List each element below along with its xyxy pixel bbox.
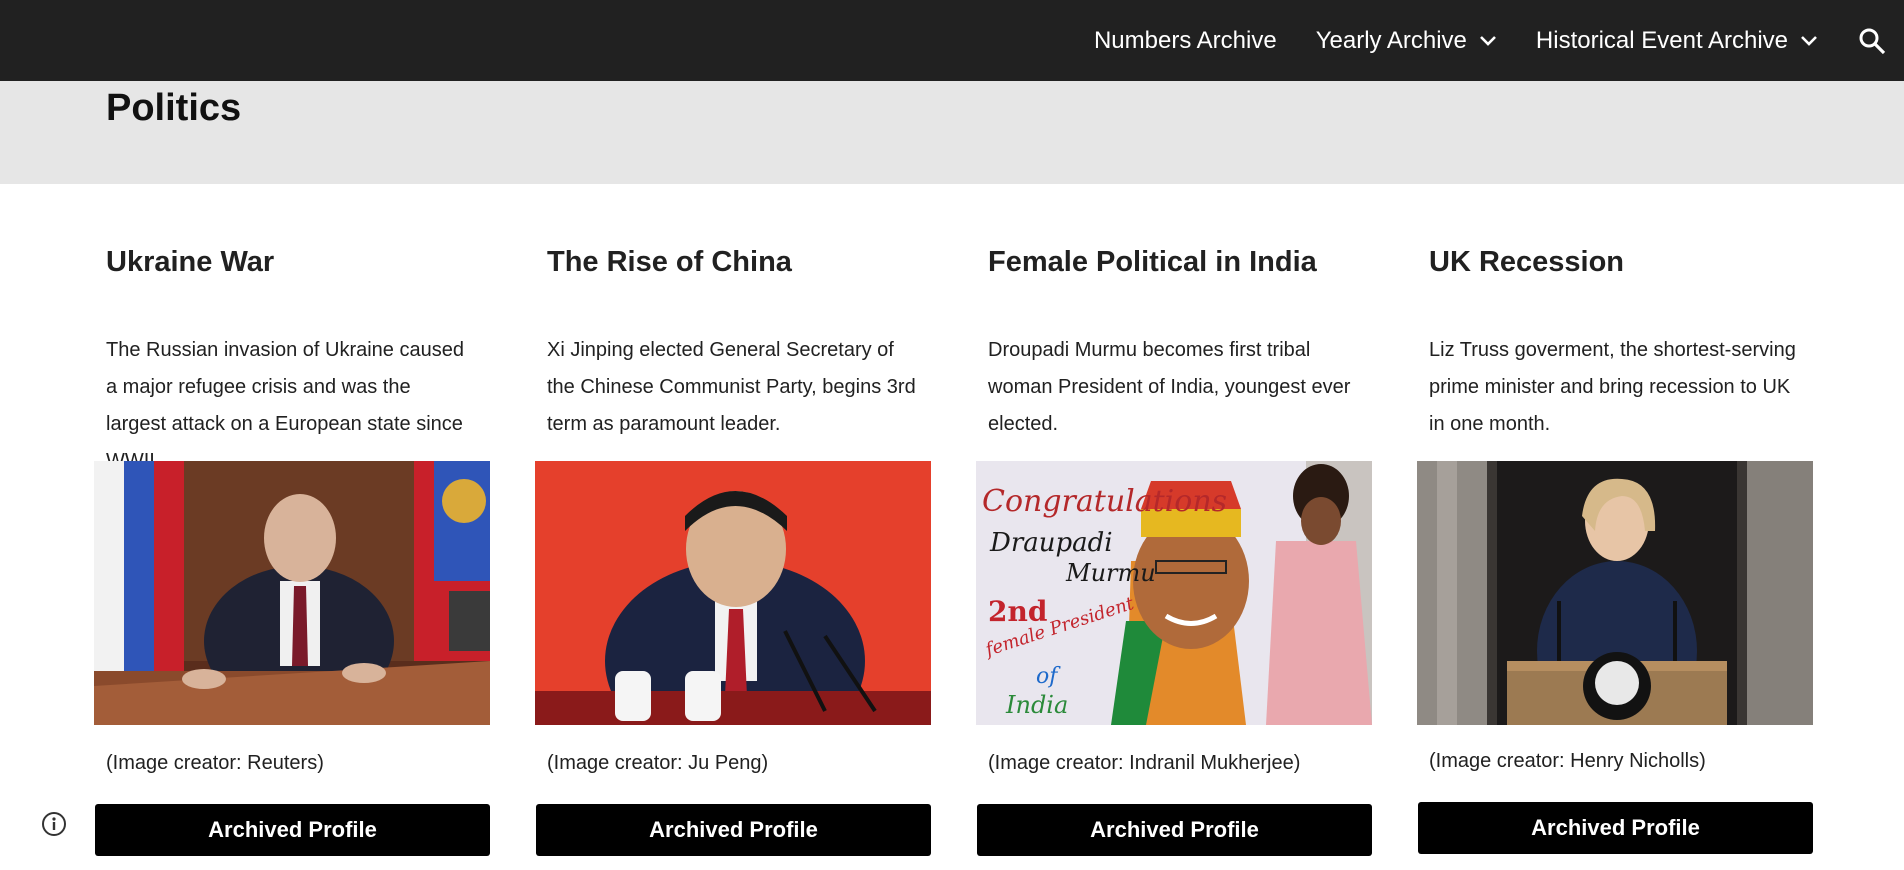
image-credit: (Image creator: Reuters) — [106, 752, 324, 774]
nav-numbers-archive[interactable]: Numbers Archive — [1094, 27, 1277, 55]
card-title: UK Recession — [1429, 246, 1625, 278]
painting-text: Congratulations — [982, 484, 1227, 519]
nav-label: Numbers Archive — [1093, 26, 1277, 54]
card-title: Ukraine War — [106, 246, 275, 278]
painting-text: India — [1005, 691, 1068, 719]
page-header: Politics — [0, 81, 1904, 184]
card-image — [1417, 461, 1813, 725]
nav-label: Yearly Archive — [1315, 26, 1467, 54]
card-description: The Russian invasion of Ukraine caused a… — [106, 339, 464, 472]
image-credit: (Image creator: Henry Nicholls) — [1429, 750, 1706, 772]
image-credit: (Image creator: Indranil Mukherjee) — [988, 752, 1301, 774]
nav-historical-event-archive[interactable]: Historical Event Archive — [1536, 27, 1818, 55]
archived-profile-button[interactable]: Archived Profile — [977, 804, 1372, 856]
chevron-down-icon[interactable] — [1800, 35, 1818, 47]
card-title: Female Political in India — [988, 246, 1317, 278]
archived-profile-button[interactable]: Archived Profile — [95, 804, 490, 856]
archived-profile-button[interactable]: Archived Profile — [1418, 802, 1813, 854]
info-icon[interactable] — [41, 811, 67, 837]
top-navigation: Numbers Archive Yearly Archive Historica… — [0, 0, 1904, 81]
painting-text: Draupadi — [989, 528, 1113, 558]
nav-label: Historical Event Archive — [1535, 26, 1788, 54]
card-description: Xi Jinping elected General Secretary of … — [547, 339, 916, 435]
chevron-down-icon[interactable] — [1479, 35, 1497, 47]
painting-text: Murmu — [1065, 559, 1156, 587]
search-icon[interactable] — [1858, 27, 1886, 55]
card-image — [535, 461, 931, 725]
card-title: The Rise of China — [547, 246, 792, 278]
page-title: Politics — [106, 87, 242, 129]
card-image — [94, 461, 490, 725]
card-description: Droupadi Murmu becomes first tribal woma… — [988, 339, 1351, 435]
card-description: Liz Truss goverment, the shortest-servin… — [1429, 339, 1796, 435]
card-image: Congratulations Draupadi Murmu 2nd femal… — [976, 461, 1372, 725]
archived-profile-button[interactable]: Archived Profile — [536, 804, 931, 856]
image-credit: (Image creator: Ju Peng) — [547, 752, 769, 774]
nav-yearly-archive[interactable]: Yearly Archive — [1316, 27, 1497, 55]
